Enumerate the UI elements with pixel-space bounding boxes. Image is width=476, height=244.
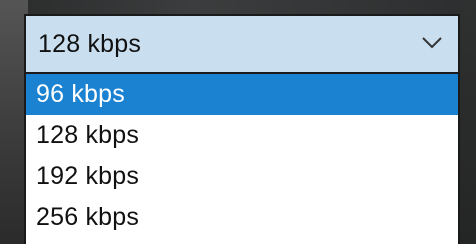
dropdown-option-256-kbps[interactable]: 256 kbps <box>26 197 458 238</box>
dropdown-option-128-kbps[interactable]: 128 kbps <box>26 115 458 156</box>
dropdown-option-192-kbps[interactable]: 192 kbps <box>26 156 458 197</box>
chevron-down-icon[interactable] <box>420 30 444 54</box>
bitrate-dropdown-list: 96 kbps 128 kbps 192 kbps 256 kbps <box>24 74 460 244</box>
combobox-selected-value: 128 kbps <box>38 30 142 58</box>
background-right <box>460 0 476 244</box>
bitrate-combobox[interactable]: 128 kbps <box>24 14 460 74</box>
window-background: 128 kbps 96 kbps 128 kbps 192 kbps 256 k… <box>0 0 476 244</box>
dropdown-option-96-kbps[interactable]: 96 kbps <box>26 74 458 115</box>
